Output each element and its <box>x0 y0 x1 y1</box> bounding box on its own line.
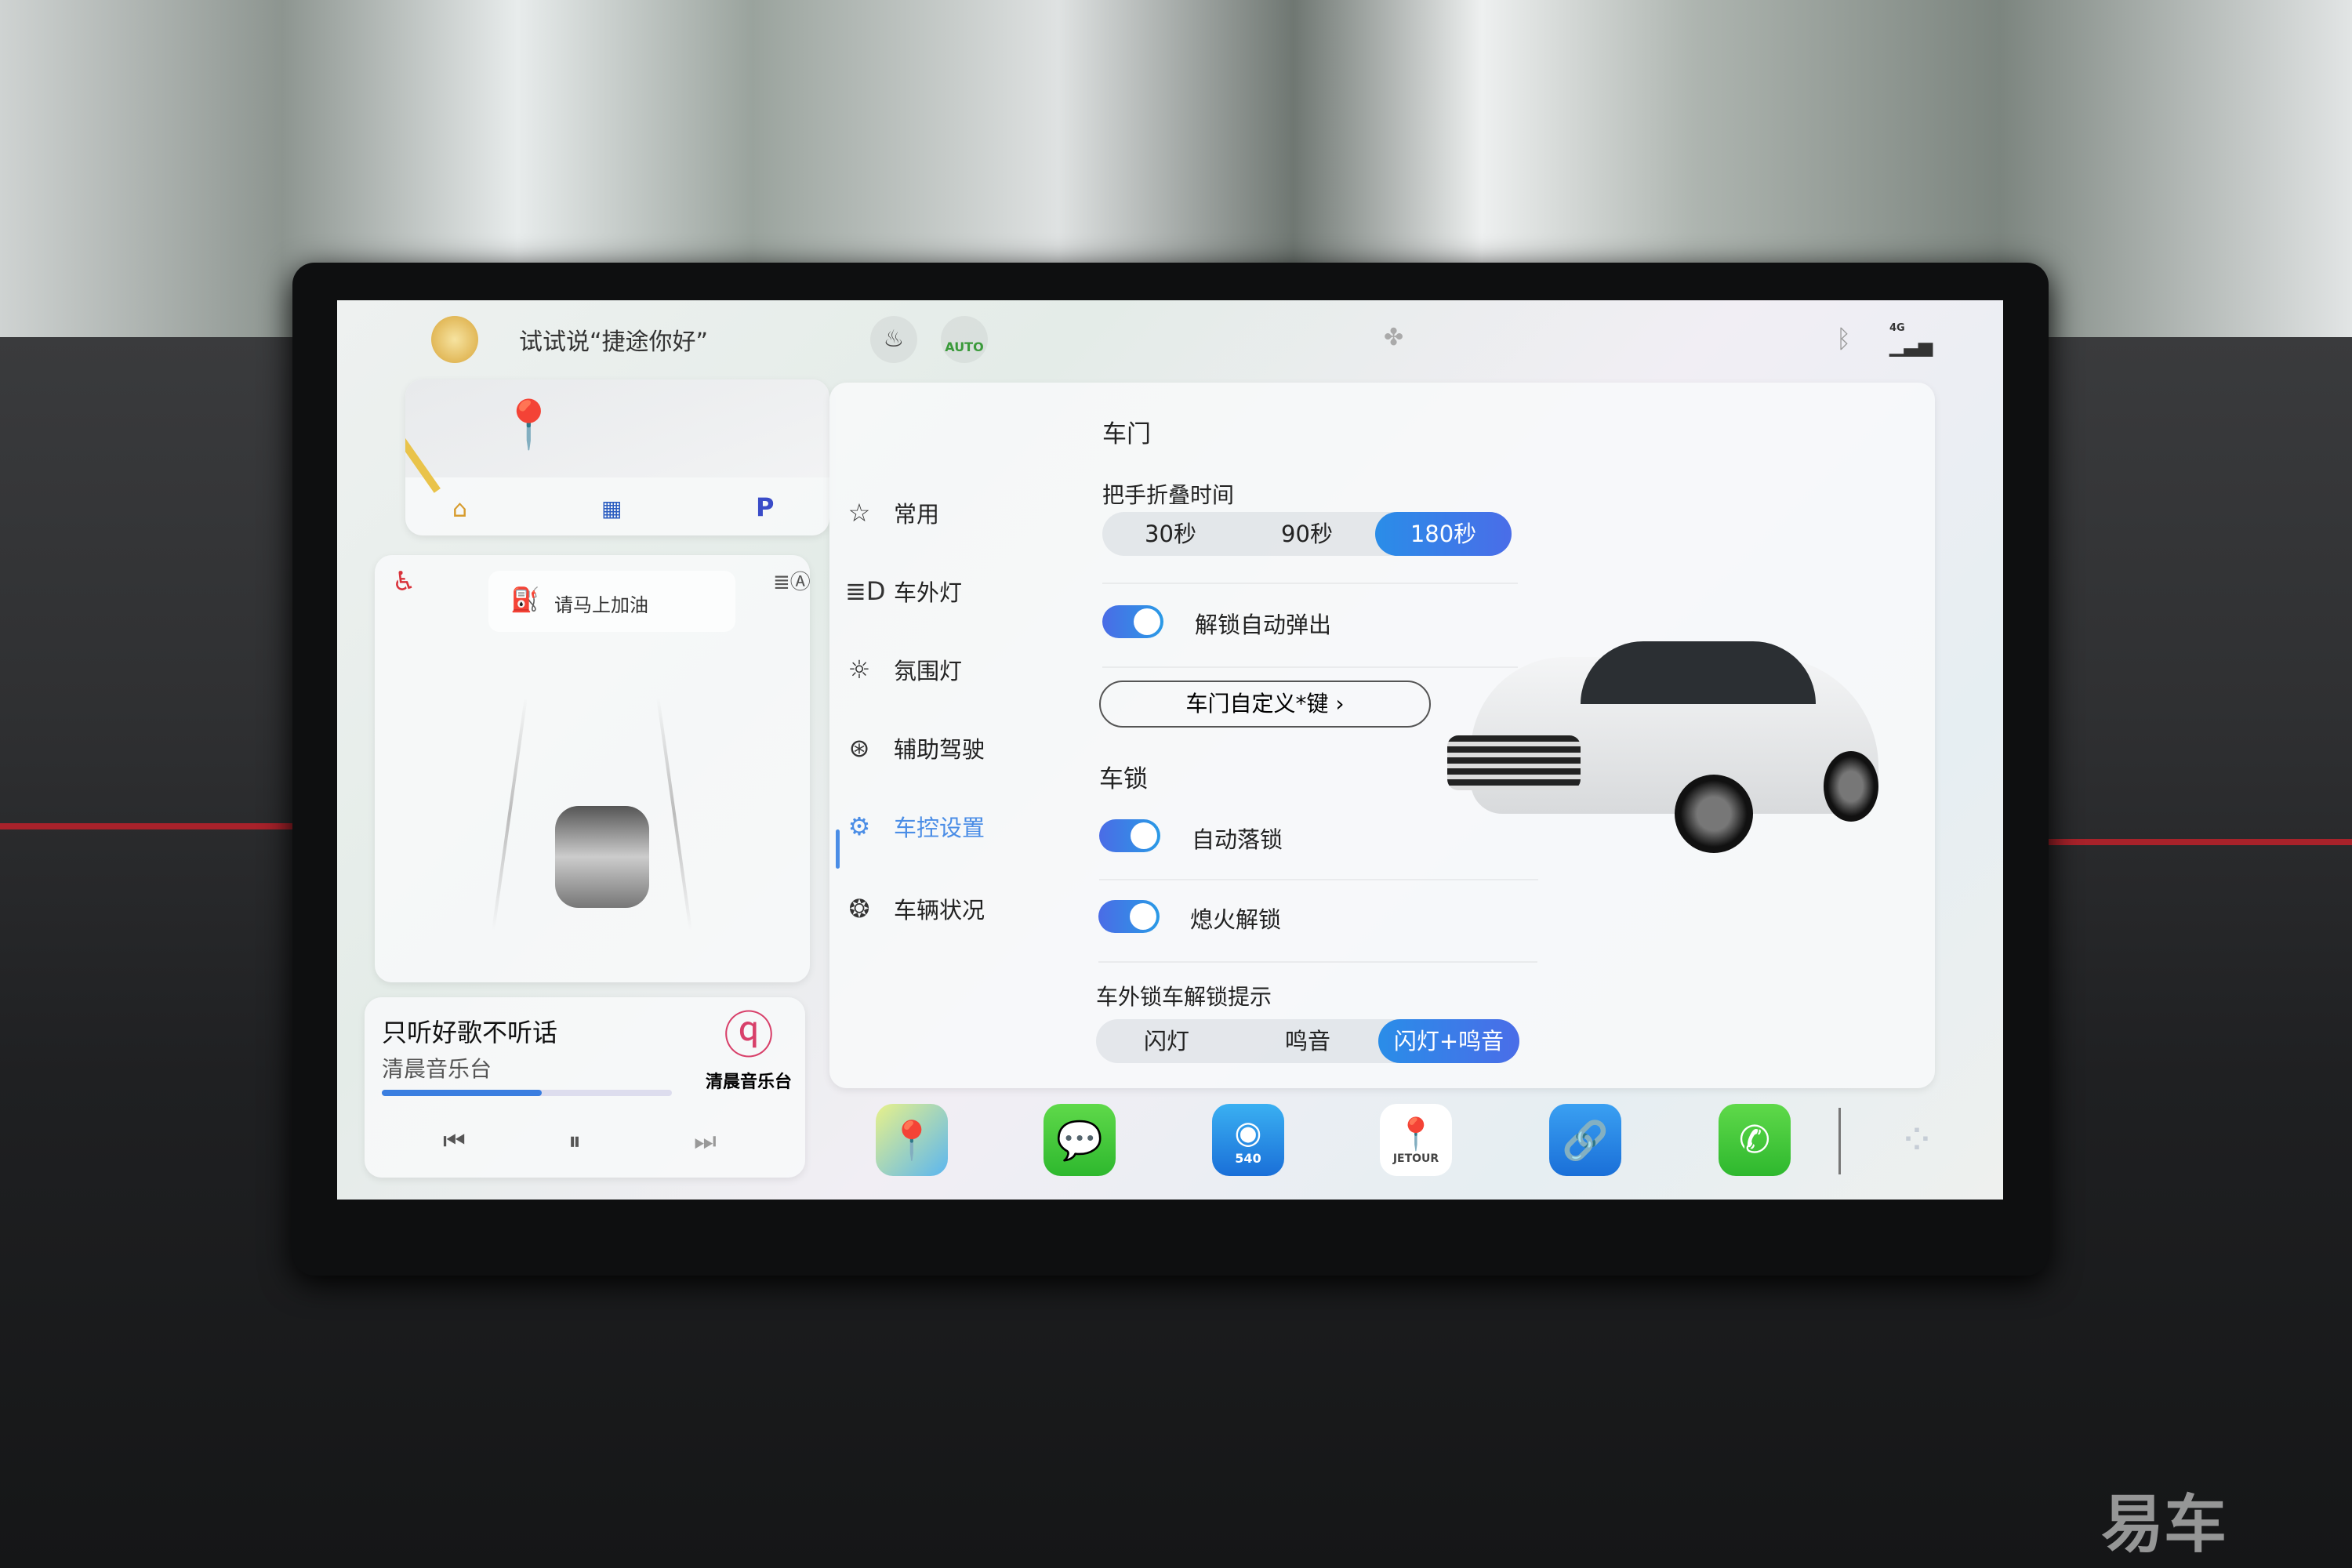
off-unlock-label: 熄火解锁 <box>1190 906 1282 933</box>
location-pin-icon: 📍 <box>499 397 558 452</box>
steering-wheel-icon: ⊛ <box>848 733 870 763</box>
previous-button[interactable]: ⏮ <box>443 1126 466 1156</box>
lane-line <box>656 697 692 931</box>
door-section-title: 车门 <box>1102 420 1151 448</box>
office-icon[interactable]: ▦ <box>601 495 622 521</box>
540-camera-app-icon[interactable]: ◉ 540 <box>1212 1104 1284 1176</box>
headlight-icon: ≣D <box>845 576 886 606</box>
lock-section-title: 车锁 <box>1099 765 1148 793</box>
lock-hint-selector[interactable]: 闪灯 鸣音 闪灯+鸣音 <box>1096 1019 1519 1063</box>
voice-assistant-avatar[interactable] <box>431 316 478 363</box>
home-icon[interactable]: ⌂ <box>452 495 467 523</box>
station-logo-text: 清晨音乐台 <box>705 1073 792 1092</box>
divider <box>1098 961 1537 963</box>
auto-lock-toggle[interactable] <box>1099 819 1160 852</box>
bluetooth-icon: ᛒ <box>1836 324 1852 354</box>
auto-headlight-status-icon: ≣Ⓐ <box>773 571 811 594</box>
gear-icon: ⚙ <box>848 811 871 841</box>
auto-headlight-icon[interactable]: AUTO <box>941 316 988 363</box>
car-image <box>1439 618 1898 861</box>
sidebar-item-4[interactable]: ⚙ 车控设置 <box>845 810 985 843</box>
jetour-app-label: JETOUR <box>1392 1152 1439 1165</box>
lock-hint-label: 车外锁车解锁提示 <box>1096 984 1272 1010</box>
option-button[interactable]: 30秒 <box>1102 512 1239 556</box>
parking-button[interactable]: P <box>756 492 774 522</box>
map-app-icon[interactable]: 📍 <box>876 1104 948 1176</box>
link-app-icon[interactable]: 🔗 <box>1549 1104 1621 1176</box>
song-title: 只听好歌不听话 <box>382 1018 558 1047</box>
dock-divider <box>1838 1108 1841 1174</box>
network-label: 4G <box>1889 322 1905 334</box>
fuel-icon: ⛽ <box>510 586 540 614</box>
settings-panel: ☆ 常用 ≣D 车外灯 ☼ 氛围灯 ⊛ 辅助驾驶 ⚙ 车控设置 ❂ 车辆状况 车门 把手折叠时间 30… <box>829 383 1935 1088</box>
auto-lock-label: 自动落锁 <box>1192 826 1283 853</box>
auto-popup-toggle[interactable] <box>1102 605 1163 638</box>
app-grid-icon[interactable]: ⁘ <box>1881 1104 1953 1176</box>
camera-app-label: 540 <box>1235 1150 1261 1166</box>
jetour-app-icon[interactable]: 📍 JETOUR <box>1380 1104 1452 1176</box>
defrost-icon[interactable]: ♨ <box>870 316 917 363</box>
sidebar-item-label: 车辆状况 <box>894 897 985 924</box>
off-unlock-toggle[interactable] <box>1098 900 1160 933</box>
sidebar-item-label: 常用 <box>894 501 940 528</box>
sidebar-item-label: 车控设置 <box>894 815 985 841</box>
option-button[interactable]: 闪灯 <box>1096 1019 1237 1063</box>
wheel-icon: ❂ <box>848 894 870 924</box>
fan-icon: ✤ <box>1384 324 1404 351</box>
station-logo: ⓠ 清晨音乐台 <box>702 1005 796 1107</box>
sidebar-item-label: 氛围灯 <box>894 658 963 684</box>
fuel-alert: ⛽ 请马上加油 <box>488 571 735 632</box>
signal-icon: ▁▃▅ <box>1889 335 1933 357</box>
option-button[interactable]: 闪灯+鸣音 <box>1378 1019 1519 1063</box>
sidebar-item-1[interactable]: ≣D 车外灯 <box>845 575 962 608</box>
progress-fill <box>382 1090 542 1096</box>
sidebar-item-3[interactable]: ⊛ 辅助驾驶 <box>845 731 985 764</box>
sun-icon: ☼ <box>848 655 871 684</box>
phone-app-icon[interactable]: ✆ <box>1719 1104 1791 1176</box>
divider <box>1102 583 1518 584</box>
auto-label: AUTO <box>945 339 984 354</box>
auto-popup-label: 解锁自动弹出 <box>1195 612 1332 638</box>
sidebar-item-label: 车外灯 <box>894 579 963 606</box>
station-name: 清晨音乐台 <box>382 1056 492 1082</box>
custom-key-button[interactable]: 车门自定义*键 › <box>1099 681 1431 728</box>
car-top-view <box>555 806 649 908</box>
pause-button[interactable]: ⏸ <box>568 1126 581 1156</box>
option-button[interactable]: 鸣音 <box>1237 1019 1378 1063</box>
progress-bar[interactable] <box>382 1090 672 1096</box>
fold-time-label: 把手折叠时间 <box>1102 482 1235 508</box>
active-indicator <box>836 829 840 869</box>
lane-line <box>492 697 528 931</box>
map-preview[interactable]: 📍 <box>405 379 829 493</box>
divider <box>1099 879 1538 880</box>
next-button[interactable]: ⏭ <box>694 1126 717 1156</box>
option-button[interactable]: 90秒 <box>1239 512 1375 556</box>
vehicle-status-card: ♿ ⛽ 请马上加油 ≣Ⓐ <box>375 555 811 982</box>
star-icon: ☆ <box>848 498 871 528</box>
sidebar-item-5[interactable]: ❂ 车辆状况 <box>845 892 985 925</box>
music-card[interactable]: 只听好歌不听话 清晨音乐台 ⓠ 清晨音乐台 ⏮ ⏸ ⏭ <box>365 997 805 1178</box>
infotainment-screen: 试试说“捷途你好” ♨ AUTO ✤ ᛒ 4G ▁▃▅ 📍 ⌂ ▦ P ♿ ⛽ … <box>337 300 2003 1200</box>
trim-line <box>2038 839 2352 845</box>
voice-hint: 试试说“捷途你好” <box>519 328 709 356</box>
road <box>405 430 441 493</box>
station-logo-mark: ⓠ <box>724 1007 774 1065</box>
map-card[interactable]: 📍 ⌂ ▦ P <box>405 379 829 535</box>
seatbelt-warning-icon: ♿ <box>392 566 416 597</box>
sidebar-item-2[interactable]: ☼ 氛围灯 <box>845 653 962 686</box>
wechat-app-icon[interactable]: 💬 <box>1044 1104 1116 1176</box>
fuel-alert-text: 请马上加油 <box>554 594 648 616</box>
sidebar-item-0[interactable]: ☆ 常用 <box>845 496 939 529</box>
option-button[interactable]: 180秒 <box>1375 512 1512 556</box>
sidebar-item-label: 辅助驾驶 <box>894 736 985 763</box>
trim-line <box>0 823 329 829</box>
watermark: 易车 <box>2101 1488 2227 1561</box>
fold-time-selector[interactable]: 30秒 90秒 180秒 <box>1102 512 1512 556</box>
